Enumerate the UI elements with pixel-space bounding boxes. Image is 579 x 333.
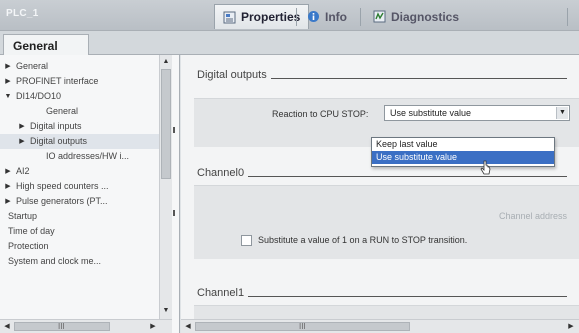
- channel1-panel: [194, 305, 579, 319]
- chevron-down-icon[interactable]: ▼: [556, 107, 568, 119]
- section-divider: [270, 77, 567, 79]
- channel-address-label: Channel address: [498, 211, 567, 221]
- nav-item[interactable]: ▶ General: [0, 59, 170, 74]
- nav-item[interactable]: System and clock me...: [0, 254, 170, 269]
- section-channel1-title: Channel1: [197, 287, 245, 299]
- tab-diagnostics-label: Diagnostics: [391, 9, 460, 24]
- nav-item-label: Time of day: [8, 226, 55, 236]
- nav-item[interactable]: ▶ High speed counters ...: [0, 179, 170, 194]
- splitter-grip[interactable]: [173, 210, 175, 216]
- nav-item-label: Protection: [8, 241, 49, 251]
- splitter-grip[interactable]: [173, 127, 175, 133]
- nav-item[interactable]: ▶ Digital inputs: [0, 119, 170, 134]
- section-digital-outputs-title: Digital outputs: [197, 69, 267, 81]
- tab-properties-label: Properties: [241, 10, 301, 24]
- tree-collapsed-icon[interactable]: ▶: [4, 164, 12, 179]
- section-divider: [248, 295, 567, 297]
- scroll-down-icon[interactable]: ▼: [160, 305, 172, 317]
- inspector-header: PLC_1 Properties Info Diagnostics: [0, 0, 579, 31]
- tab-info-label: Info: [325, 9, 347, 24]
- content-horizontal-scrollbar[interactable]: ◀ III ▶: [181, 319, 579, 333]
- nav-item[interactable]: ▶ Digital outputs: [0, 134, 170, 149]
- scroll-up-icon[interactable]: ▲: [160, 56, 172, 68]
- info-icon: [307, 10, 320, 23]
- nav-item[interactable]: Time of day: [0, 224, 170, 239]
- section-channel0-title: Channel0: [197, 167, 245, 179]
- grip-mark: III: [58, 322, 65, 331]
- tree-collapsed-icon[interactable]: ▶: [18, 134, 26, 149]
- nav-item[interactable]: IO addresses/HW i...: [0, 149, 170, 164]
- dropdown-option-use-substitute-value[interactable]: Use substitute value: [372, 151, 554, 164]
- nav-scroll-thumb[interactable]: [161, 69, 171, 179]
- scroll-right-icon[interactable]: ▶: [565, 321, 577, 333]
- reaction-dropdown-list: Keep last value Use substitute value: [371, 137, 555, 167]
- mouse-pointer-icon: [480, 160, 492, 179]
- nav-vertical-scrollbar[interactable]: ▲ ▼: [159, 55, 172, 319]
- section-channel1: Channel1: [197, 287, 567, 299]
- nav-item[interactable]: Protection: [0, 239, 170, 254]
- subtab-bar: General: [0, 31, 579, 56]
- tab-separator: [567, 8, 568, 26]
- nav-item-label: General: [16, 61, 49, 71]
- tree-collapsed-icon[interactable]: ▶: [4, 59, 12, 74]
- nav-item-label: DI14/DO10: [16, 91, 62, 101]
- properties-content: Digital outputs Reaction to CPU STOP: Us…: [181, 55, 579, 333]
- tab-separator: [296, 8, 297, 26]
- nav-item[interactable]: ▶ Pulse generators (PT...: [0, 194, 170, 209]
- tree-expanded-icon[interactable]: ▼: [4, 89, 12, 104]
- nav-item-label: High speed counters ...: [16, 181, 109, 191]
- section-digital-outputs: Digital outputs: [197, 69, 567, 81]
- tab-diagnostics[interactable]: Diagnostics: [364, 4, 468, 29]
- nav-item[interactable]: Startup: [0, 209, 170, 224]
- reaction-select-value: Use substitute value: [390, 108, 472, 118]
- nav-item-label: AI2: [16, 166, 30, 176]
- nav-item-label: Digital outputs: [30, 136, 88, 146]
- nav-item[interactable]: ▼ DI14/DO10: [0, 89, 170, 104]
- scroll-right-icon[interactable]: ▶: [147, 321, 159, 333]
- tree-collapsed-icon[interactable]: ▶: [4, 74, 12, 89]
- nav-horizontal-scrollbar[interactable]: ◀ III ▶: [0, 319, 172, 333]
- dropdown-option-keep-last-value[interactable]: Keep last value: [372, 138, 554, 151]
- nav-tree: ▶ General ▶ PROFINET interface ▼ DI14/DO10 Gen…: [0, 55, 180, 333]
- reaction-label: Reaction to CPU STOP:: [272, 109, 369, 119]
- scroll-left-icon[interactable]: ◀: [182, 321, 194, 333]
- substitute-checkbox[interactable]: [241, 235, 252, 246]
- nav-list: ▶ General ▶ PROFINET interface ▼ DI14/DO10 Gen…: [0, 59, 170, 269]
- nav-item[interactable]: General: [0, 104, 170, 119]
- tree-collapsed-icon[interactable]: ▶: [4, 179, 12, 194]
- scroll-left-icon[interactable]: ◀: [1, 321, 13, 333]
- section-channel0: Channel0: [197, 167, 567, 179]
- window-title: PLC_1: [6, 8, 39, 19]
- nav-item-label: IO addresses/HW i...: [46, 151, 130, 161]
- diagnostics-icon: [373, 10, 386, 23]
- nav-item[interactable]: ▶ AI2: [0, 164, 170, 179]
- nav-item-label: Pulse generators (PT...: [16, 196, 108, 206]
- nav-item[interactable]: ▶ PROFINET interface: [0, 74, 170, 89]
- nav-item-label: Digital inputs: [30, 121, 82, 131]
- reaction-select[interactable]: Use substitute value ▼: [384, 105, 570, 121]
- properties-icon: [223, 11, 236, 24]
- section-divider: [248, 175, 567, 177]
- nav-item-label: PROFINET interface: [16, 76, 99, 86]
- nav-item-label: Startup: [8, 211, 38, 221]
- nav-item-label: System and clock me...: [8, 256, 102, 266]
- tab-separator: [360, 8, 361, 26]
- tree-collapsed-icon[interactable]: ▶: [4, 194, 12, 209]
- channel0-panel: Channel address Substitute a value of 1 …: [194, 185, 579, 259]
- tree-collapsed-icon[interactable]: ▶: [18, 119, 26, 134]
- grip-mark: III: [299, 322, 306, 331]
- tab-info[interactable]: Info: [298, 4, 356, 29]
- nav-item-label: General: [46, 106, 79, 116]
- subtab-general[interactable]: General: [3, 34, 89, 56]
- substitute-checkbox-label: Substitute a value of 1 on a RUN to STOP…: [258, 235, 468, 245]
